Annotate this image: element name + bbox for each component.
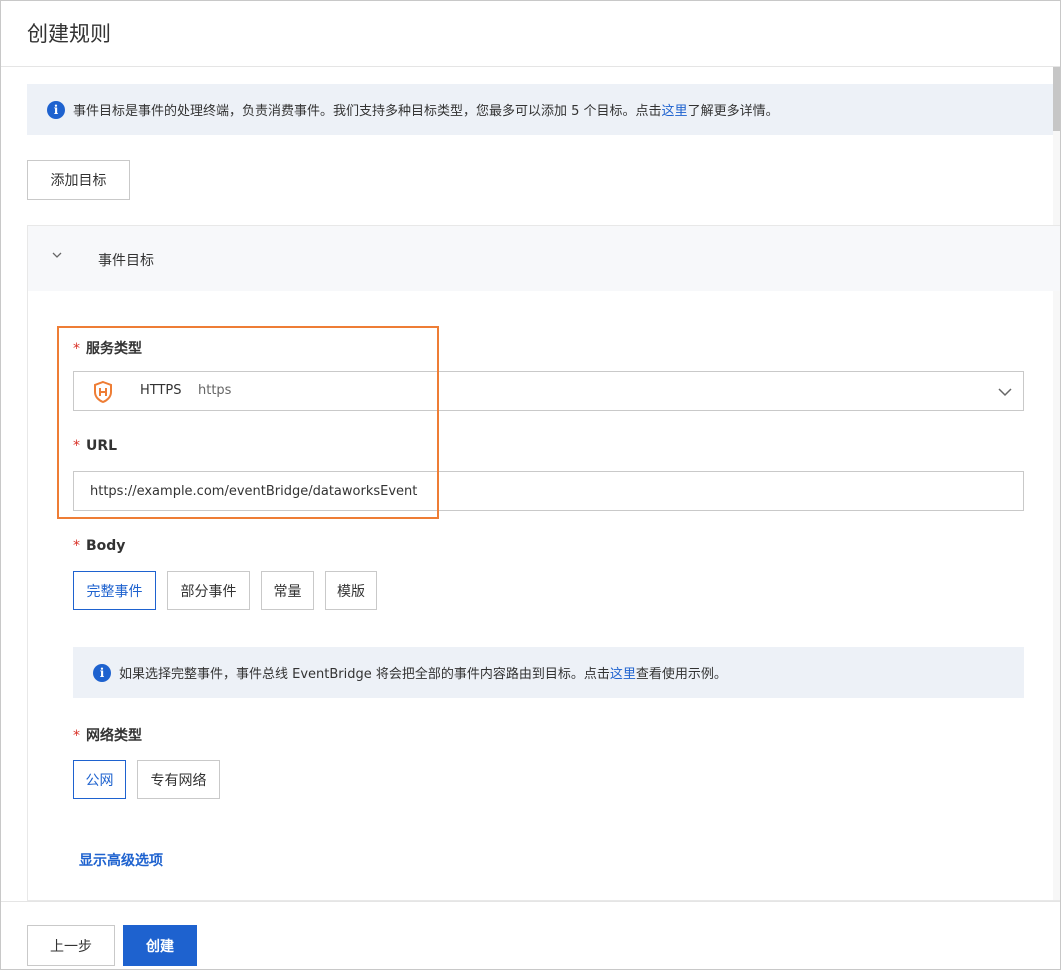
info-banner-text: 事件目标是事件的处理终端，负责消费事件。我们支持多种目标类型，您最多可以添加 5…	[73, 104, 662, 119]
required-mark: *	[73, 438, 80, 454]
page-frame: 创建规则 i 事件目标是事件的处理终端，负责消费事件。我们支持多种目标类型，您最…	[0, 0, 1061, 970]
https-shield-icon	[94, 380, 112, 404]
network-option-vpc[interactable]: 专有网络	[137, 760, 220, 799]
body-note: i 如果选择完整事件，事件总线 EventBridge 将会把全部的事件内容路由…	[73, 647, 1024, 698]
info-banner-link[interactable]: 这里	[662, 100, 688, 119]
url-input[interactable]: https://example.com/eventBridge/datawork…	[73, 471, 1024, 511]
page-title: 创建规则	[27, 22, 111, 46]
target-panel: 事件目标	[27, 225, 1060, 901]
body-option-template[interactable]: 模版	[325, 571, 377, 610]
required-mark: *	[73, 341, 80, 357]
target-panel-header[interactable]: 事件目标	[28, 226, 1060, 291]
show-advanced-options-link[interactable]: 显示高级选项	[79, 850, 163, 870]
chevron-down-icon[interactable]	[50, 248, 64, 262]
create-button[interactable]: 创建	[123, 925, 197, 966]
target-panel-title: 事件目标	[98, 253, 154, 269]
required-mark: *	[73, 538, 80, 554]
body-label-text: Body	[86, 538, 126, 554]
scrollbar-thumb[interactable]	[1053, 67, 1060, 131]
body-option-partial-event[interactable]: 部分事件	[167, 571, 250, 610]
service-type-value: HTTPS	[140, 383, 182, 398]
body-note-link[interactable]: 这里	[610, 663, 636, 682]
service-type-subvalue: https	[198, 383, 232, 398]
service-type-label-text: 服务类型	[86, 341, 142, 357]
info-icon: i	[93, 663, 111, 682]
body-option-full-event[interactable]: 完整事件	[73, 571, 156, 610]
info-icon: i	[47, 100, 65, 119]
url-label-text: URL	[86, 438, 118, 454]
network-option-public[interactable]: 公网	[73, 760, 126, 799]
body-option-constant[interactable]: 常量	[261, 571, 314, 610]
add-target-button[interactable]: 添加目标	[27, 160, 130, 200]
info-banner-text-end: 了解更多详情。	[687, 104, 779, 119]
service-type-label: * 服务类型	[73, 338, 142, 358]
info-banner: i 事件目标是事件的处理终端，负责消费事件。我们支持多种目标类型，您最多可以添加…	[27, 84, 1053, 135]
chevron-down-icon	[998, 388, 1012, 397]
service-type-select[interactable]: HTTPS https	[73, 371, 1024, 411]
page-header: 创建规则	[1, 1, 1060, 67]
previous-step-button[interactable]: 上一步	[27, 925, 115, 966]
body-note-text: 如果选择完整事件，事件总线 EventBridge 将会把全部的事件内容路由到目…	[119, 667, 610, 682]
network-type-label: * 网络类型	[73, 725, 142, 745]
body-label: * Body	[73, 538, 125, 554]
footer-bar: 上一步 创建	[1, 901, 1060, 969]
required-mark: *	[73, 728, 80, 744]
network-type-label-text: 网络类型	[86, 728, 142, 744]
url-label: * URL	[73, 438, 117, 454]
body-note-text-end: 查看使用示例。	[635, 667, 727, 682]
